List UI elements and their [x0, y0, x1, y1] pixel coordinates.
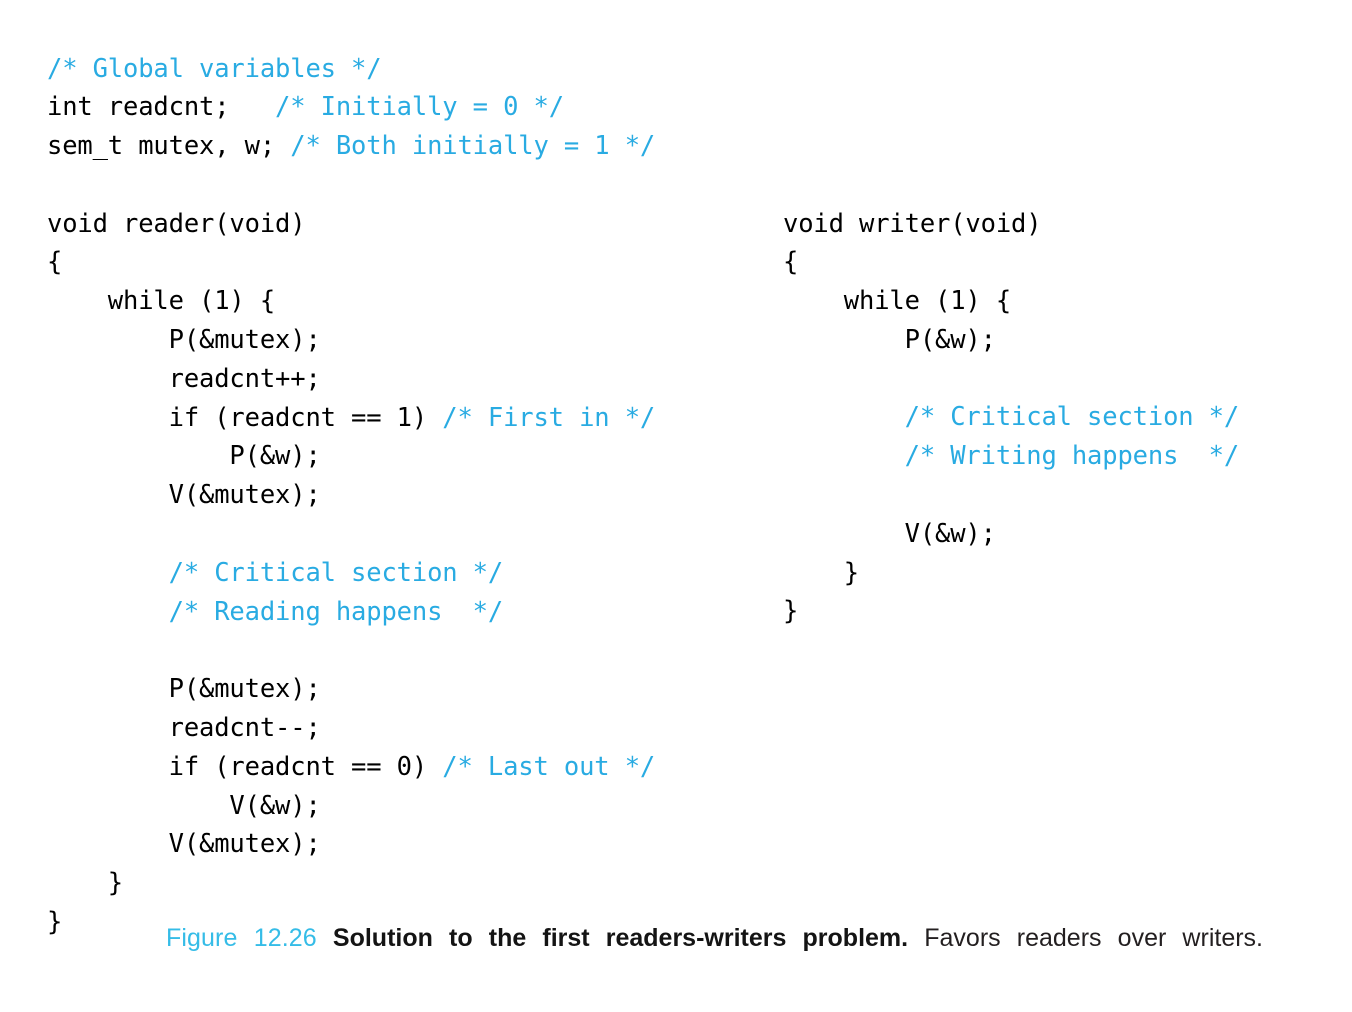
- code-text: sem_t mutex, w;: [47, 131, 291, 162]
- reader-line: readcnt--;: [47, 709, 655, 748]
- code-comment: /* First in */: [442, 402, 656, 433]
- reader-line: }: [47, 864, 655, 903]
- reader-line: P(&w);: [47, 437, 655, 476]
- caption-space-1: [317, 924, 333, 952]
- writer-line: P(&w);: [783, 321, 1239, 360]
- writer-line: {: [783, 243, 1239, 282]
- code-text: P(&w);: [47, 441, 321, 472]
- code-text: }: [783, 596, 799, 627]
- code-text: readcnt--;: [47, 713, 321, 744]
- writer-line: }: [783, 554, 1239, 593]
- code-text: if (readcnt == 1): [47, 402, 443, 433]
- code-text: while (1) {: [783, 286, 1012, 317]
- reader-line: V(&mutex);: [47, 825, 655, 864]
- reader-line: V(&w);: [47, 787, 655, 826]
- reader-line: if (readcnt == 0) /* Last out */: [47, 748, 656, 787]
- code-text: }: [47, 868, 124, 899]
- code-text: P(&w);: [783, 324, 996, 355]
- writer-line: /* Critical section */: [783, 398, 1240, 437]
- writer-line: [783, 360, 1239, 399]
- reader-line: P(&mutex);: [47, 670, 655, 709]
- reader-line: /* Global variables */: [47, 50, 655, 89]
- figure-caption-title: Solution to the first readers-writers pr…: [332, 924, 909, 952]
- code-text: }: [47, 907, 63, 938]
- reader-line: /* Critical section */: [47, 554, 655, 593]
- code-comment: /* Critical section */: [168, 557, 504, 588]
- writer-line: [783, 476, 1239, 515]
- figure-number: Figure 12.26: [166, 924, 317, 952]
- writer-line: void writer(void): [783, 205, 1239, 244]
- code-comment: /* Initially = 0 */: [275, 92, 564, 123]
- writer-line: /* Writing happens */: [783, 437, 1240, 476]
- code-text: {: [783, 247, 799, 278]
- code-text: if (readcnt == 0): [47, 751, 443, 782]
- code-text: V(&w);: [783, 518, 996, 549]
- figure-code-listing: /* Global variables */ int readcnt; /* In…: [0, 0, 1352, 938]
- code-text: }: [783, 557, 860, 588]
- writer-line: }: [783, 592, 1239, 631]
- figure-caption-text: Favors readers over writers.: [924, 924, 1263, 952]
- code-comment: /* Both initially = 1 */: [290, 131, 656, 162]
- code-text: void reader(void): [47, 208, 306, 239]
- code-comment: /* Reading happens */: [168, 596, 504, 627]
- code-text: int readcnt;: [47, 92, 276, 123]
- reader-line: [47, 631, 655, 670]
- code-comment: /* Last out */: [442, 751, 656, 782]
- caption-space-2: [908, 924, 924, 952]
- reader-line: [47, 515, 655, 554]
- reader-line: void reader(void): [47, 205, 655, 244]
- code-comment: /* Critical section */: [904, 402, 1240, 433]
- code-block-writer: void writer(void) { while (1) { P(&w); /*…: [783, 205, 1239, 632]
- code-comment: /* Global variables */: [47, 53, 382, 84]
- reader-line: sem_t mutex, w; /* Both initially = 1 */: [47, 127, 655, 166]
- figure-caption: Figure 12.26 Solution to the first reade…: [166, 921, 1263, 989]
- reader-line: [47, 166, 655, 205]
- reader-line: readcnt++;: [47, 360, 655, 399]
- reader-line: int readcnt; /* Initially = 0 */: [47, 88, 655, 127]
- code-text: while (1) {: [47, 286, 276, 317]
- code-text: {: [47, 247, 63, 278]
- reader-line: V(&mutex);: [47, 476, 655, 515]
- reader-line: {: [47, 243, 655, 282]
- code-text: P(&mutex);: [47, 674, 321, 705]
- code-text: void writer(void): [783, 208, 1042, 239]
- code-text: V(&mutex);: [47, 480, 321, 511]
- reader-line: if (readcnt == 1) /* First in */: [47, 399, 656, 438]
- reader-line: while (1) {: [47, 282, 655, 321]
- code-text: readcnt++;: [47, 363, 321, 394]
- code-text: P(&mutex);: [47, 325, 321, 356]
- writer-line: V(&w);: [783, 515, 1239, 554]
- code-comment: /* Writing happens */: [904, 441, 1240, 472]
- writer-line: while (1) {: [783, 282, 1239, 321]
- reader-line: P(&mutex);: [47, 321, 655, 360]
- code-text: V(&w);: [47, 790, 321, 821]
- code-block-reader: /* Global variables */ int readcnt; /* In…: [47, 50, 655, 942]
- reader-line: /* Reading happens */: [47, 593, 655, 632]
- code-text: V(&mutex);: [47, 829, 321, 860]
